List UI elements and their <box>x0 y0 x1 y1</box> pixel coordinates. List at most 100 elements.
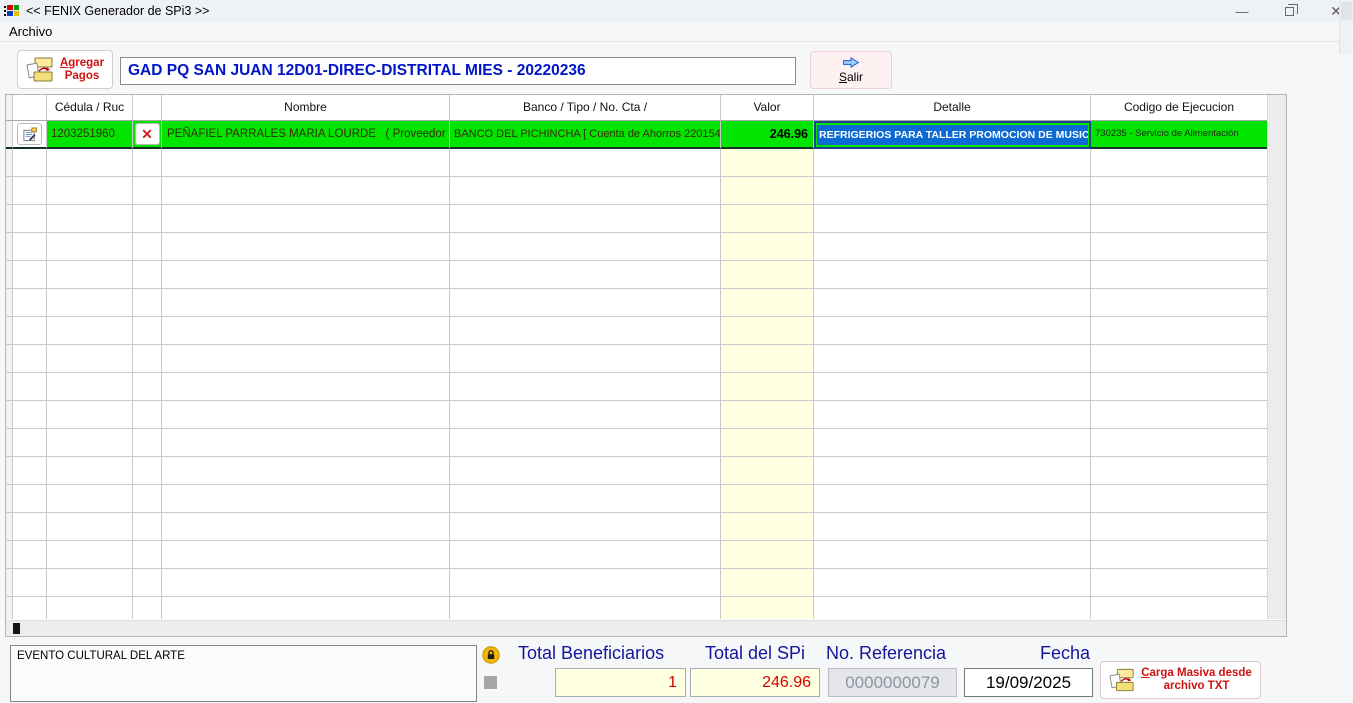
grid-horizontal-scrollbar[interactable] <box>6 620 1286 636</box>
grid-cell <box>721 205 814 233</box>
grid-cell <box>1091 541 1268 569</box>
grid-cell <box>162 345 450 373</box>
grid-cell <box>721 233 814 261</box>
table-row <box>6 177 1269 205</box>
grid-cell <box>133 233 162 261</box>
notes-scrollbar[interactable] <box>1339 1 1352 54</box>
bulk-load-folder-icon <box>1109 668 1134 691</box>
no-referencia-value: 0000000079 <box>828 668 957 697</box>
grid-cell <box>162 513 450 541</box>
grid-cell <box>1091 401 1268 429</box>
grid-cell <box>133 597 162 619</box>
edit-row-button[interactable] <box>17 123 42 145</box>
grid-cell <box>814 177 1091 205</box>
header-gutter <box>6 95 13 120</box>
grid-cell <box>6 541 13 569</box>
grid-cell <box>1091 149 1268 177</box>
grid-cell <box>721 345 814 373</box>
grid-cell <box>450 429 721 457</box>
notes-scroll-thumb[interactable] <box>1341 2 1352 20</box>
grid-cell <box>47 597 133 619</box>
grid-cell <box>6 513 13 541</box>
grid-cell: ✕ <box>133 121 162 149</box>
grid-cell <box>6 289 13 317</box>
grid-cell <box>450 569 721 597</box>
cell-detalle-editor[interactable]: REFRIGERIOS PARA TALLER PROMOCION DE MUS… <box>814 121 1091 149</box>
grid-cell <box>450 485 721 513</box>
grid-cell <box>721 485 814 513</box>
footer-checkbox[interactable] <box>484 676 497 689</box>
grid-cell <box>162 289 450 317</box>
grid-cell <box>814 541 1091 569</box>
grid-cell <box>47 149 133 177</box>
grid-cell <box>814 261 1091 289</box>
grid-cell <box>47 485 133 513</box>
grid-cell <box>47 429 133 457</box>
detalle-selected-text: REFRIGERIOS PARA TALLER PROMOCION DE MUS… <box>817 125 1088 145</box>
grid-cell <box>6 205 13 233</box>
table-row <box>6 233 1269 261</box>
grid-cell <box>13 401 47 429</box>
grid-cell <box>6 345 13 373</box>
delete-row-button[interactable]: ✕ <box>134 123 160 145</box>
header-banco: Banco / Tipo / No. Cta / <box>450 95 721 120</box>
menubar: Archivo <box>0 22 1353 42</box>
grid-cell <box>6 261 13 289</box>
payment-row[interactable]: 1203251960 ✕ PEÑAFIEL PARRALES MARIA LOU… <box>6 121 1269 149</box>
grid-cell <box>814 513 1091 541</box>
lock-icon <box>482 646 500 664</box>
grid-cell <box>162 205 450 233</box>
grid-cell <box>450 457 721 485</box>
total-spi-label: Total del SPi <box>705 643 806 663</box>
edit-form-icon <box>22 126 37 141</box>
grid-cell <box>814 429 1091 457</box>
minimize-button[interactable]: — <box>1222 0 1262 22</box>
grid-cell <box>6 569 13 597</box>
fecha-input[interactable]: 19/09/2025 <box>964 668 1093 697</box>
delete-x-icon: ✕ <box>141 126 153 142</box>
menu-archivo[interactable]: Archivo <box>0 22 61 41</box>
cell-valor: 246.96 <box>721 121 814 149</box>
grid-cell <box>47 373 133 401</box>
grid-cell <box>13 345 47 373</box>
table-row <box>6 513 1269 541</box>
grid-cell <box>450 289 721 317</box>
grid-cell <box>162 597 450 619</box>
table-row <box>6 149 1269 177</box>
grid-cell <box>162 541 450 569</box>
grid-cell <box>13 121 47 149</box>
grid-vertical-scrollbar[interactable] <box>1267 95 1286 619</box>
grid-cell <box>6 373 13 401</box>
grid-cell <box>47 541 133 569</box>
grid-cell <box>721 597 814 619</box>
grid-cell <box>6 597 13 619</box>
grid-cell <box>814 401 1091 429</box>
grid-cell <box>13 261 47 289</box>
lock-indicator[interactable] <box>482 646 500 664</box>
grid-cell <box>162 569 450 597</box>
grid-cell <box>133 513 162 541</box>
grid-cell <box>47 177 133 205</box>
grid-cell <box>450 177 721 205</box>
grid-cell <box>133 373 162 401</box>
grid-cell <box>47 401 133 429</box>
grid-cell <box>450 373 721 401</box>
exit-arrow-icon <box>843 57 860 68</box>
agregar-pagos-button[interactable]: Agregar Pagos <box>17 50 113 89</box>
hscroll-thumb[interactable] <box>13 623 20 634</box>
salir-button[interactable]: Salir <box>810 51 892 89</box>
grid-cell <box>450 317 721 345</box>
notes-textarea[interactable]: EVENTO CULTURAL DEL ARTE <box>10 645 477 702</box>
grid-cell <box>721 317 814 345</box>
grid-header-row: Cédula / Ruc Nombre Banco / Tipo / No. C… <box>6 95 1286 121</box>
table-row <box>6 485 1269 513</box>
carga-masiva-button[interactable]: Carga Masiva desde archivo TXT <box>1100 661 1261 699</box>
grid-cell <box>450 401 721 429</box>
grid-cell <box>13 233 47 261</box>
grid-cell <box>6 429 13 457</box>
batch-name-field[interactable]: GAD PQ SAN JUAN 12D01-DIREC-DISTRITAL MI… <box>120 57 796 85</box>
grid-cell <box>450 261 721 289</box>
payments-grid: Cédula / Ruc Nombre Banco / Tipo / No. C… <box>5 94 1287 637</box>
restore-button[interactable] <box>1269 0 1309 22</box>
grid-cell <box>162 373 450 401</box>
